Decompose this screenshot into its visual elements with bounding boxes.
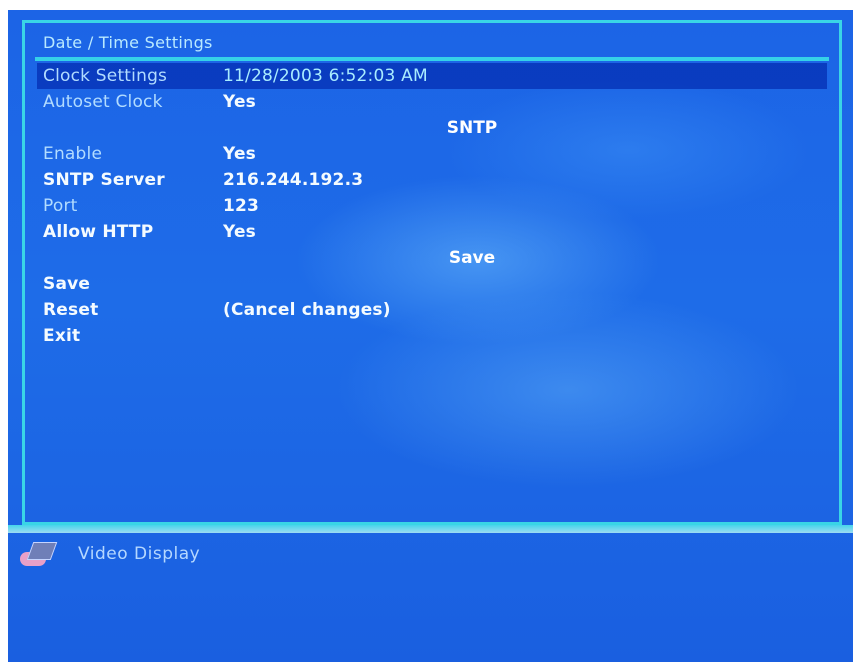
menu-item-clock-settings[interactable]: Clock Settings 11/28/2003 6:52:03 AM	[37, 63, 827, 89]
menu-item-port[interactable]: Port 123	[37, 193, 827, 219]
clock-settings-label: Clock Settings	[43, 66, 168, 86]
taskbar-item-label: Video Display	[78, 544, 201, 564]
menu-item-autoset-clock[interactable]: Autoset Clock Yes	[37, 89, 827, 115]
dialog-title: Date / Time Settings	[43, 33, 213, 52]
save-section-header: Save	[448, 248, 496, 268]
display-icon	[20, 538, 60, 570]
exit-label: Exit	[43, 326, 81, 346]
enable-value: Yes	[223, 144, 256, 164]
port-value: 123	[223, 196, 260, 216]
tv-screen: Date / Time Settings Clock Settings 11/2…	[8, 10, 853, 662]
port-label: Port	[43, 196, 78, 216]
clock-settings-value: 11/28/2003 6:52:03 AM	[223, 66, 428, 86]
settings-list: Clock Settings 11/28/2003 6:52:03 AM Aut…	[37, 63, 827, 349]
allow-http-value: Yes	[223, 222, 256, 242]
date-time-settings-dialog: Date / Time Settings Clock Settings 11/2…	[22, 20, 842, 525]
autoset-clock-value: Yes	[223, 92, 256, 112]
autoset-clock-label: Autoset Clock	[43, 92, 163, 112]
enable-label: Enable	[43, 144, 103, 164]
menu-item-enable[interactable]: Enable Yes	[37, 141, 827, 167]
menu-item-save[interactable]: Save	[37, 271, 827, 297]
reset-value: (Cancel changes)	[223, 300, 391, 320]
taskbar-divider	[8, 525, 853, 533]
menu-item-exit[interactable]: Exit	[37, 323, 827, 349]
title-divider	[35, 57, 829, 61]
menu-item-sntp-server[interactable]: SNTP Server 216.244.192.3	[37, 167, 827, 193]
menu-item-reset[interactable]: Reset (Cancel changes)	[37, 297, 827, 323]
reset-label: Reset	[43, 300, 99, 320]
save-label: Save	[43, 274, 91, 294]
allow-http-label: Allow HTTP	[43, 222, 154, 242]
sntp-server-value: 216.244.192.3	[223, 170, 364, 190]
taskbar-item-video-display[interactable]: Video Display	[20, 538, 200, 570]
menu-item-allow-http[interactable]: Allow HTTP Yes	[37, 219, 827, 245]
sntp-section-header: SNTP	[446, 118, 498, 138]
sntp-server-label: SNTP Server	[43, 170, 165, 190]
